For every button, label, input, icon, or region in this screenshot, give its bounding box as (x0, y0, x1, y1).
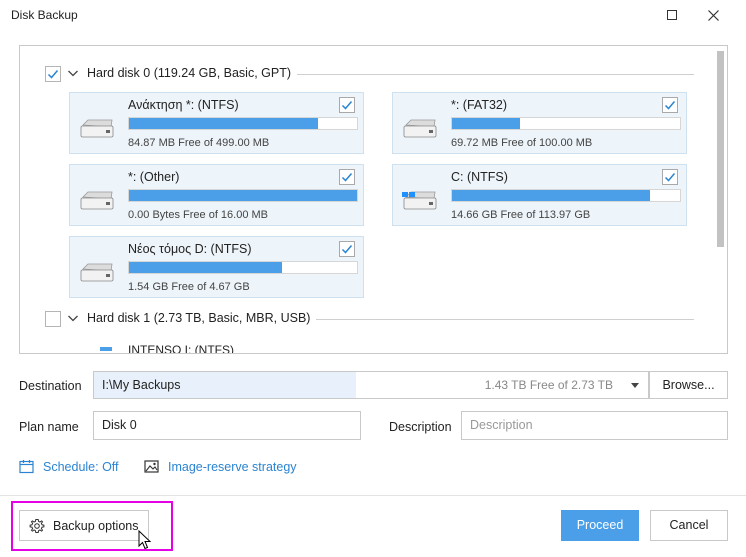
browse-button[interactable]: Browse... (649, 371, 728, 399)
usage-fill (129, 190, 357, 201)
partition-checkbox[interactable] (339, 97, 355, 113)
scrollbar-thumb[interactable] (717, 51, 724, 247)
plan-name-input[interactable]: Disk 0 (93, 411, 361, 440)
partition-card[interactable]: Ανάκτηση *: (NTFS) 84.87 MB Free of 499.… (69, 92, 364, 154)
proceed-button[interactable]: Proceed (561, 510, 639, 541)
drive-icon (80, 119, 114, 138)
disk-list-panel: Hard disk 0 (119.24 GB, Basic, GPT) Ανάκ… (19, 45, 728, 354)
maximize-button[interactable] (657, 4, 687, 26)
partition-free-space: 1.54 GB Free of 4.67 GB (128, 281, 250, 293)
partition-free-space: 0.00 Bytes Free of 16.00 MB (128, 209, 269, 221)
partition-checkbox[interactable] (339, 169, 355, 185)
drive-icon (100, 347, 112, 351)
disk-1-checkbox[interactable] (45, 311, 61, 327)
partition-free-space: 69.72 MB Free of 100.00 MB (451, 137, 593, 149)
close-icon (707, 9, 719, 21)
plan-name-label: Plan name (19, 420, 79, 434)
partition-name: C: (NTFS) (451, 170, 508, 184)
drive-icon (80, 191, 114, 210)
usage-fill (129, 262, 282, 273)
backup-options-label: Backup options (53, 519, 139, 533)
checkmark-icon (664, 173, 676, 182)
calendar-icon[interactable] (19, 459, 34, 474)
partition-name: Ανάκτηση *: (NTFS) (128, 98, 239, 112)
partition-free-space: 14.66 GB Free of 113.97 GB (451, 209, 591, 221)
footer-divider (0, 495, 746, 496)
usage-bar (451, 117, 681, 130)
chevron-down-icon[interactable] (67, 67, 79, 79)
destination-select[interactable]: I:\My Backups 1.43 TB Free of 2.73 TB (93, 371, 649, 399)
disk-label: Hard disk 1 (2.73 TB, Basic, MBR, USB) (87, 311, 317, 325)
usage-bar (128, 189, 358, 202)
drive-icon (80, 263, 114, 282)
partition-card[interactable]: *: (Other) 0.00 Bytes Free of 16.00 MB (69, 164, 364, 226)
partition-name: Νέος τόμος D: (NTFS) (128, 242, 252, 256)
window-title: Disk Backup (11, 8, 78, 22)
chevron-down-icon[interactable] (67, 312, 79, 324)
partition-card[interactable]: C: (NTFS) 14.66 GB Free of 113.97 GB (392, 164, 687, 226)
image-reserve-strategy-link[interactable]: Image-reserve strategy (168, 460, 297, 474)
image-icon[interactable] (144, 459, 159, 474)
dropdown-caret-icon[interactable] (631, 383, 639, 388)
maximize-icon (667, 10, 677, 20)
partition-card[interactable]: Νέος τόμος D: (NTFS) 1.54 GB Free of 4.6… (69, 236, 364, 298)
usage-bar (128, 117, 358, 130)
usage-fill (452, 190, 651, 201)
mouse-cursor-icon (138, 530, 152, 550)
schedule-link[interactable]: Schedule: Off (43, 460, 119, 474)
partition-name: *: (Other) (128, 170, 180, 184)
cancel-button[interactable]: Cancel (650, 510, 728, 541)
title-bar: Disk Backup (0, 0, 746, 30)
description-input[interactable]: Description (461, 411, 728, 440)
checkmark-icon (341, 245, 353, 254)
partition-checkbox[interactable] (662, 169, 678, 185)
partition-checkbox[interactable] (662, 97, 678, 113)
scrollbar[interactable] (717, 51, 725, 348)
checkmark-icon (341, 173, 353, 182)
partition-name: *: (FAT32) (451, 98, 508, 112)
disk-header-1: Hard disk 1 (2.73 TB, Basic, MBR, USB) (20, 309, 710, 329)
close-button[interactable] (698, 4, 728, 26)
disk-header-0: Hard disk 0 (119.24 GB, Basic, GPT) (20, 64, 710, 84)
checkmark-icon (341, 101, 353, 110)
partition-free-space: 84.87 MB Free of 499.00 MB (128, 137, 270, 149)
usage-fill (129, 118, 319, 129)
checkmark-icon (664, 101, 676, 110)
partition-name: INTENSO I: (NTFS) (128, 343, 234, 354)
disk-0-checkbox[interactable] (45, 66, 61, 82)
destination-label: Destination (19, 379, 82, 393)
description-label: Description (389, 420, 452, 434)
checkmark-icon (47, 70, 59, 79)
usage-bar (451, 189, 681, 202)
usage-fill (452, 118, 521, 129)
backup-options-button[interactable]: Backup options (19, 510, 149, 541)
usage-bar (128, 261, 358, 274)
disk-label: Hard disk 0 (119.24 GB, Basic, GPT) (87, 66, 298, 80)
gear-icon (29, 519, 45, 533)
destination-free-space: 1.43 TB Free of 2.73 TB (484, 378, 613, 392)
drive-icon (403, 119, 437, 138)
partition-checkbox[interactable] (339, 241, 355, 257)
destination-value: I:\My Backups (102, 378, 181, 392)
windows-drive-icon (402, 191, 437, 210)
partition-card[interactable]: *: (FAT32) 69.72 MB Free of 100.00 MB (392, 92, 687, 154)
